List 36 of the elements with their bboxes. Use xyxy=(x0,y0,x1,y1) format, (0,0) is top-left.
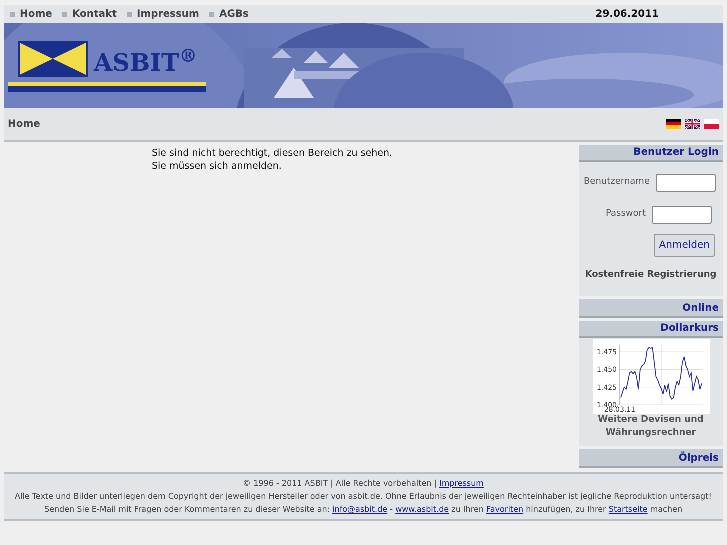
username-label: Benutzername xyxy=(584,176,650,190)
bullet-icon xyxy=(126,12,132,16)
footer-text: © 1996 - 2011 ASBIT | Alle Rechte vorbehalten | Impressum xyxy=(243,478,484,490)
login-button[interactable]: Anmelden xyxy=(654,234,715,257)
footer-link[interactable]: Startseite xyxy=(608,505,648,514)
logo-icon xyxy=(18,41,88,77)
panel-header: Dollarkurs xyxy=(579,321,723,338)
panel-header: Benutzer Login xyxy=(579,145,723,162)
username-field[interactable] xyxy=(656,174,716,192)
line-series xyxy=(620,347,702,400)
currency-link[interactable]: Weitere Devisen und Währungsrechner xyxy=(596,414,706,440)
password-label: Passwort xyxy=(606,208,646,222)
flag-icon[interactable] xyxy=(685,119,700,129)
nav-link[interactable]: Impressum xyxy=(136,6,200,22)
nav-link[interactable]: Kontakt xyxy=(72,6,117,22)
password-field[interactable] xyxy=(652,206,712,224)
flag-icon[interactable] xyxy=(666,119,681,129)
footer-link[interactable]: www.asbit.de xyxy=(396,505,450,514)
panel-header: Online xyxy=(579,299,723,318)
bullet-icon xyxy=(209,12,214,16)
logo-text: ASBIT$^{®}$ xyxy=(94,51,198,75)
footer-text: Alle Texte und Bilder unterliegen dem Copyright der jeweiligen Hersteller oder von asbit.de. Ohne Erlaubnis der jeweiligen Rechteinhaber ist jegliche Reproduktion untersagt! xyxy=(15,491,712,503)
footer-link[interactable]: info@asbit.de xyxy=(332,505,388,514)
bullet-icon xyxy=(62,12,68,16)
nav-link[interactable]: Home xyxy=(20,6,52,22)
panel-header: Ölpreis xyxy=(579,449,723,468)
footer-link[interactable]: Impressum xyxy=(439,479,484,488)
bullet-icon xyxy=(10,12,15,16)
nav-link[interactable]: AGBs xyxy=(219,6,249,22)
footer-link[interactable]: Favoriten xyxy=(486,505,524,514)
message-text: Sie müssen sich anmelden. xyxy=(152,160,283,173)
breadcrumb: Home xyxy=(8,118,40,132)
register-link[interactable]: Kostenfreie Registrierung xyxy=(585,270,717,280)
message-text: Sie sind nicht berechtigt, diesen Bereich zu sehen. xyxy=(152,147,394,160)
footer-text: Senden Sie E-Mail mit Fragen oder Kommentaren zu dieser Website an: info@asbit.de - www.asbit.de zu Ihren Favoriten hinzufügen, zu Ihrer Startseite machen xyxy=(44,504,683,516)
date-text: 29.06.2011 xyxy=(596,8,659,22)
